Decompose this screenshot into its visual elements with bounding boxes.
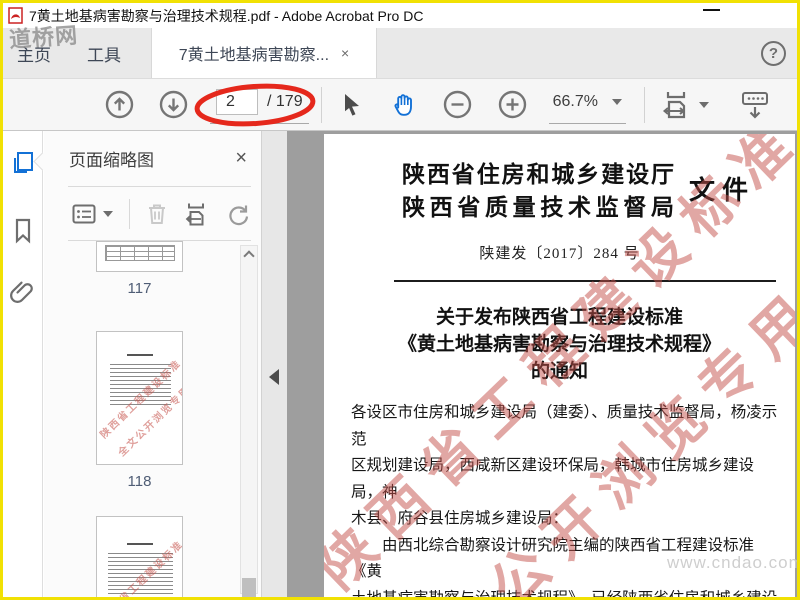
tab-document-label: 7黄土地基病害勘察... — [178, 47, 330, 64]
hand-tool-icon — [394, 94, 412, 116]
body-line: 各设区市住房和城乡建设局（建委）、质量技术监督局，杨凌示范 — [351, 404, 778, 448]
title-line2: 《黄土地基病害勘察与治理技术规程》 — [397, 334, 721, 355]
rotate-counterclockwise-icon — [229, 205, 249, 225]
header-line1: 陕西省住房和城乡建设厅 — [402, 162, 674, 187]
body-line: 区规划建设局，西咸新区建设环保局，韩城市住房城乡建设局，神 — [351, 457, 755, 501]
toolbar-separator — [320, 86, 322, 123]
acrobat-window: 7黄土地基病害勘察与治理技术规程.pdf - Adobe Acrobat Pro… — [0, 0, 800, 600]
body-line: 土地基病害勘察与治理技术规程》，已经陕西省住房和城乡建设 — [351, 586, 781, 598]
chevron-down-icon — [103, 210, 113, 217]
thumbnail-options-button[interactable] — [72, 204, 113, 224]
bookmark-icon — [15, 218, 31, 244]
help-button[interactable]: ? — [761, 41, 786, 66]
pdf-page: 陕西省住房和城乡建设厅 陕西省质量技术监督局 文件 陕建发〔2017〕284 号… — [324, 134, 795, 597]
scrollbar-thumb[interactable] — [242, 578, 256, 597]
thumbnail-page-117[interactable] — [96, 241, 183, 272]
title-line3: 的通知 — [530, 361, 588, 382]
main-toolbar: 2 / 179 66.7% — [3, 78, 797, 131]
notice-title: 关于发布陕西省工程建设标准 《黄土地基病害勘察与治理技术规程》 的通知 — [324, 304, 795, 385]
thumbnail-content — [105, 245, 175, 261]
collapse-panel-icon[interactable] — [269, 369, 279, 385]
divider — [129, 198, 130, 229]
panel-toolbar — [44, 187, 261, 240]
reference-number: 陕建发〔2017〕284 号 — [479, 246, 640, 262]
panel-scrollbar[interactable] — [240, 245, 258, 597]
thumbnail-list: 117 陕西省工程建设标准 全文公开浏览专用 118 陕西省工程建设标准 — [44, 241, 235, 597]
scroll-up-icon[interactable] — [243, 250, 255, 262]
page-total-label: / 179 — [267, 93, 303, 110]
page-navigation: 2 / 179 — [210, 86, 309, 124]
extract-pages-button[interactable] — [184, 201, 210, 227]
page-number-input[interactable]: 2 — [216, 89, 258, 115]
content-area: 页面缩略图 × 117 陕西省工程建设标准 全文公开浏览专用 118 陕西省工程… — [3, 131, 797, 597]
page-extract-icon — [185, 203, 204, 225]
options-list-icon — [72, 204, 96, 223]
url-watermark: www.cndao.com — [667, 553, 800, 572]
dock-toolbar-icon — [741, 91, 768, 119]
page-thumbnails-nav-button[interactable] — [10, 150, 36, 176]
paperclip-icon — [10, 281, 33, 303]
trash-icon — [149, 204, 165, 224]
zoom-in-button[interactable] — [498, 90, 527, 119]
document-header: 陕西省住房和城乡建设厅 陕西省质量技术监督局 — [402, 158, 674, 224]
zoom-level-value: 66.7% — [552, 93, 598, 110]
tab-bar: 主页 工具 7黄土地基病害勘察... × ? — [3, 28, 797, 78]
page-display-button[interactable] — [661, 89, 691, 121]
cursor-arrow-icon — [344, 93, 359, 116]
toolbar-dock-button[interactable] — [739, 90, 771, 120]
hand-tool-button[interactable] — [390, 91, 417, 118]
panel-header: 页面缩略图 × — [44, 131, 261, 186]
document-view[interactable]: 陕西省住房和城乡建设厅 陕西省质量技术监督局 文件 陕建发〔2017〕284 号… — [287, 131, 797, 597]
attachments-nav-button[interactable] — [10, 279, 36, 307]
document-tag: 文件 — [689, 176, 756, 205]
fit-width-icon — [662, 91, 686, 118]
zoom-out-button[interactable] — [443, 90, 472, 119]
arrow-up-circle-icon — [105, 90, 134, 119]
chevron-down-icon[interactable] — [698, 101, 709, 108]
body-line: 木县、府谷县住房城乡建设局： — [351, 510, 569, 527]
panel-title: 页面缩略图 — [69, 151, 154, 170]
previous-page-button[interactable] — [105, 90, 134, 119]
thumbnail-page-118[interactable]: 陕西省工程建设标准 全文公开浏览专用 — [96, 331, 183, 465]
thumbnail-page-119[interactable]: 陕西省工程建设标准 — [96, 516, 183, 597]
select-tool-button[interactable] — [340, 92, 364, 118]
rotate-pages-button[interactable] — [226, 202, 250, 226]
thumbnail-label: 118 — [127, 473, 152, 490]
title-line1: 关于发布陕西省工程建设标准 — [435, 307, 683, 328]
minus-circle-icon — [443, 90, 471, 119]
bookmarks-nav-button[interactable] — [10, 217, 36, 245]
thumbnail-label: 117 — [127, 280, 152, 297]
title-bar: 7黄土地基病害勘察与治理技术规程.pdf - Adobe Acrobat Pro… — [3, 3, 797, 28]
thumbnail-content — [127, 543, 153, 545]
minimize-button[interactable] — [703, 9, 720, 11]
navigation-rail — [3, 131, 43, 597]
pages-icon — [14, 152, 33, 173]
plus-circle-icon — [498, 90, 526, 119]
thumbnail-content — [127, 354, 153, 356]
toolbar-separator — [643, 86, 645, 123]
next-page-button[interactable] — [159, 90, 188, 119]
chevron-down-icon — [611, 99, 622, 105]
delete-pages-button[interactable] — [146, 202, 168, 226]
divider — [394, 280, 776, 282]
site-watermark: 道桥网 — [8, 22, 79, 53]
thumbnails-panel: 页面缩略图 × 117 陕西省工程建设标准 全文公开浏览专用 118 陕西省工程… — [44, 131, 261, 597]
question-icon: ? — [768, 45, 779, 62]
tab-document[interactable]: 7黄土地基病害勘察... × — [151, 28, 377, 78]
zoom-level-dropdown[interactable]: 66.7% — [548, 86, 626, 124]
header-line2: 陕西省质量技术监督局 — [402, 195, 674, 220]
panel-splitter[interactable] — [261, 131, 287, 597]
tab-close-icon[interactable]: × — [341, 45, 349, 61]
panel-close-icon[interactable]: × — [235, 147, 247, 170]
tab-tools[interactable]: 工具 — [87, 28, 121, 78]
window-title: 7黄土地基病害勘察与治理技术规程.pdf - Adobe Acrobat Pro… — [29, 7, 424, 24]
arrow-down-circle-icon — [159, 90, 188, 119]
